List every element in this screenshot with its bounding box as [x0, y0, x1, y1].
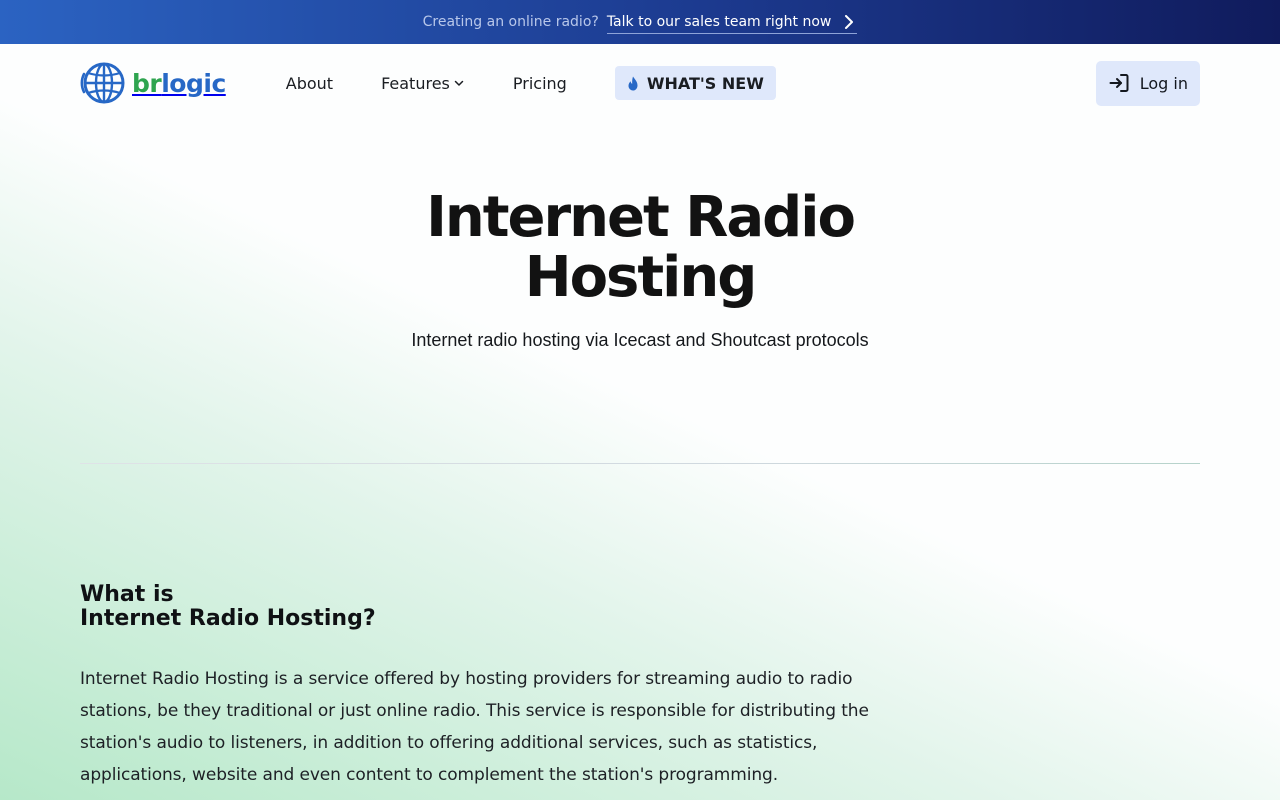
- sales-cta-link[interactable]: Talk to our sales team right now: [606, 13, 858, 34]
- hero-section: Internet Radio Hosting Internet radio ho…: [0, 122, 1280, 351]
- brlogic-logo[interactable]: brlogic: [80, 61, 226, 105]
- about-heading-line1: What is: [80, 582, 174, 607]
- globe-icon: [80, 62, 125, 104]
- about-heading: What is Internet Radio Hosting?: [80, 583, 900, 631]
- logo-part-a: br: [132, 68, 162, 98]
- sales-cta-label: Talk to our sales team right now: [606, 13, 832, 30]
- about-heading-line2: Internet Radio Hosting?: [80, 606, 376, 631]
- logo-wordmark: brlogic: [132, 69, 226, 98]
- main-nav: brlogic About Features Pricing WHAT'S NE…: [0, 44, 1280, 122]
- page-title-line1: Internet Radio: [426, 185, 856, 250]
- nav-item-about-label: About: [285, 73, 334, 93]
- nav-item-features[interactable]: Features: [381, 74, 465, 93]
- announcement-bar: Creating an online radio? Talk to our sa…: [0, 0, 1280, 44]
- chevron-right-icon: [845, 14, 854, 29]
- hero-subtitle: Internet radio hosting via Icecast and S…: [411, 330, 869, 350]
- login-button[interactable]: Log in: [1095, 60, 1200, 106]
- about-body: Internet Radio Hosting is a service offe…: [80, 669, 869, 785]
- login-label: Log in: [1139, 73, 1188, 93]
- nav-item-features-label: Features: [381, 73, 450, 93]
- nav-item-pricing-label: Pricing: [512, 73, 567, 93]
- page-title-line2: Hosting: [524, 245, 758, 310]
- whats-new-label: WHAT'S NEW: [646, 73, 764, 93]
- login-icon: [1109, 74, 1129, 92]
- whats-new-button[interactable]: WHAT'S NEW: [614, 66, 776, 100]
- logo-part-b: logic: [161, 68, 226, 98]
- nav-item-pricing[interactable]: Pricing: [513, 74, 567, 93]
- about-section: What is Internet Radio Hosting? Internet…: [80, 583, 900, 791]
- nav-item-about[interactable]: About: [286, 74, 333, 93]
- page-title: Internet Radio Hosting: [360, 188, 920, 308]
- chevron-down-icon: [454, 80, 464, 86]
- section-divider: [80, 463, 1200, 464]
- flame-icon: [628, 76, 638, 90]
- primary-menu: About Features Pricing WHAT'S NEW: [286, 66, 824, 100]
- announcement-question: Creating an online radio?: [422, 14, 599, 30]
